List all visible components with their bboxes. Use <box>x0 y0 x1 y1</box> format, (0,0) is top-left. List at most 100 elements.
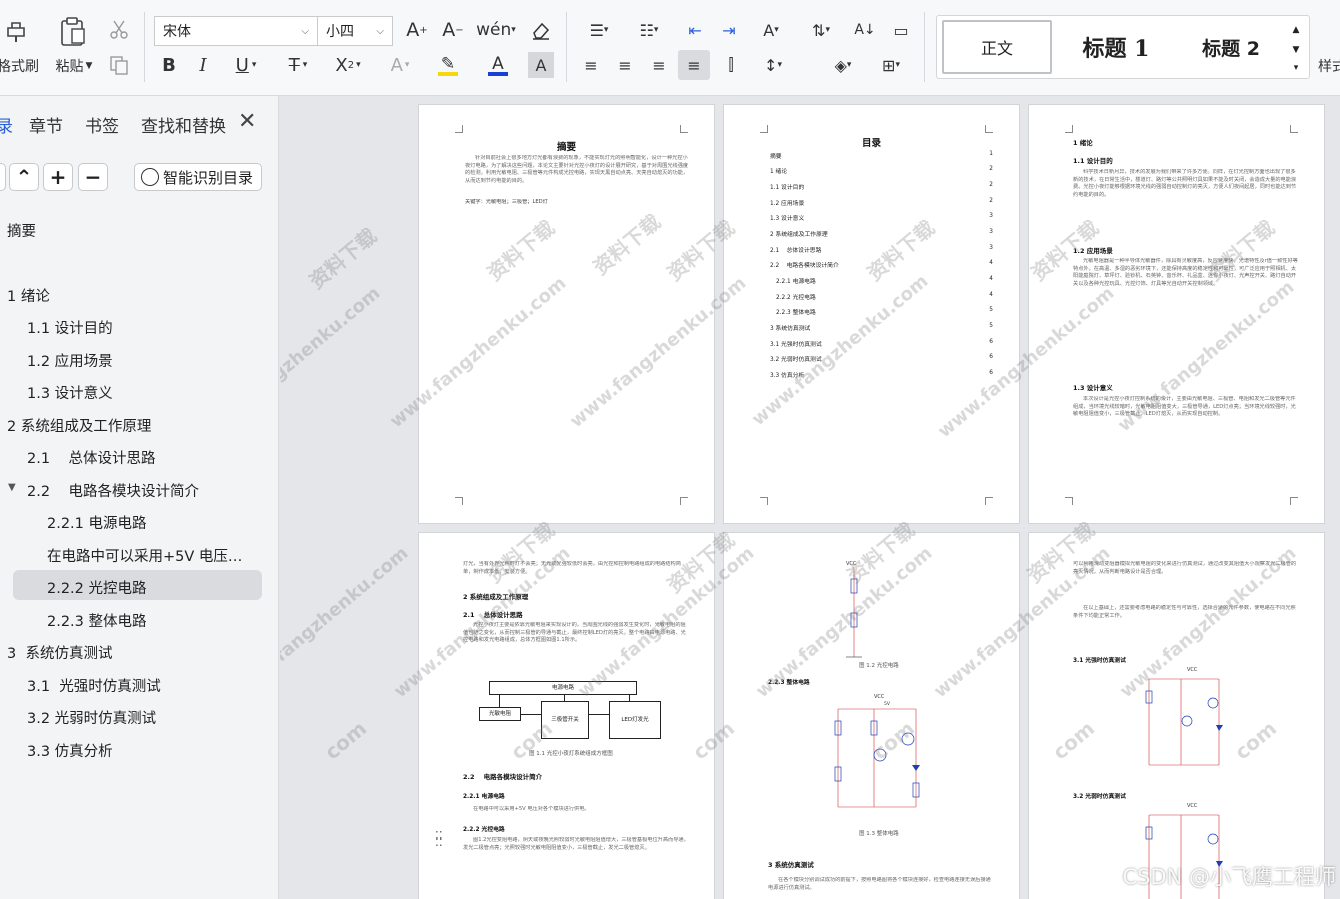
shading-icon[interactable]: ◈ ▾ <box>824 52 862 78</box>
font-size-select[interactable]: 小四 ⌵ <box>317 16 393 46</box>
toc-item-3-1[interactable]: 3.1 光强时仿真测试 <box>27 675 161 696</box>
page-3[interactable]: 1 绪论 1.1 设计目的 科学技术日新月异，技术的发展为我们带来了许多方便。同… <box>1028 104 1325 524</box>
decrease-indent-icon[interactable]: ⇤ <box>682 17 708 43</box>
heading: 2 系统组成及工作原理 <box>463 593 529 601</box>
increase-indent-icon[interactable]: ⇥ <box>716 17 742 43</box>
block-ldr: 光敏电阻 <box>479 707 521 721</box>
styles-scroll-down-icon[interactable]: ▼ <box>1287 42 1305 58</box>
style-heading2[interactable]: 标题 2 <box>1181 20 1281 74</box>
format-painter-button[interactable]: 格式刷 <box>0 56 40 76</box>
paste-button[interactable]: 粘贴 ▼ <box>50 56 98 76</box>
toc-item-2-2-3[interactable]: 2.2.3 整体电路 <box>47 610 147 631</box>
light-control-circuit: VCC <box>846 561 862 658</box>
line-spacing-icon[interactable]: ↕ ▾ <box>754 52 792 78</box>
bold-icon[interactable]: B <box>156 52 182 78</box>
close-icon[interactable]: ✕ <box>238 109 256 134</box>
styles-panel-button[interactable]: 样式 <box>1318 56 1340 76</box>
shrink-font-icon[interactable]: A − <box>440 17 466 43</box>
collapse-icon[interactable] <box>0 163 6 191</box>
heading: 2.2.1 电源电路 <box>463 794 505 800</box>
smart-toc-icon <box>141 168 159 186</box>
toc-line: 1.2 应用场景 2 <box>770 198 993 207</box>
remove-heading-icon[interactable]: − <box>78 163 108 191</box>
styles-scroll-up-icon[interactable]: ▲ <box>1287 22 1305 38</box>
sort-az-icon[interactable]: A↓ <box>852 17 878 43</box>
add-heading-icon[interactable]: + <box>43 163 73 191</box>
toc-item-2[interactable]: 2 系统组成及工作原理 <box>7 415 151 436</box>
toc-item-1-1[interactable]: 1.1 设计目的 <box>27 317 113 338</box>
toc-item-3-3[interactable]: 3.3 仿真分析 <box>27 740 113 761</box>
toc-expand-icon[interactable]: ▼ <box>8 482 16 493</box>
align-left-icon[interactable]: ≡ <box>578 52 604 78</box>
show-marks-icon[interactable]: ▭ <box>888 17 914 43</box>
bullet-list-icon[interactable]: ☰ ▾ <box>580 17 618 43</box>
toc-item-2-2-1[interactable]: 2.2.1 电源电路 <box>47 512 147 533</box>
grow-font-icon[interactable]: A + <box>404 17 430 43</box>
csdn-watermark: CSDN @小飞鹰工程师 <box>1122 865 1336 889</box>
svg-text:VCC: VCC <box>846 561 857 567</box>
underline-icon[interactable]: U ▾ <box>226 52 266 78</box>
page-5[interactable]: VCC 图 1.2 光控电路 2.2.3 整体电路 VCC 5V 图 1.3 整… <box>723 532 1020 899</box>
toc-item-2-2-2[interactable]: 2.2.2 光控电路 <box>13 570 262 600</box>
strikethrough-icon[interactable]: T ▾ <box>278 52 318 78</box>
italic-icon[interactable]: I <box>190 52 216 78</box>
cut-icon[interactable] <box>106 16 132 42</box>
move-up-icon[interactable]: ⌃ <box>9 163 39 191</box>
style-heading1[interactable]: 标题 1 <box>1061 20 1171 74</box>
distributed-icon[interactable]: ⫿ <box>718 52 744 78</box>
svg-text:VCC: VCC <box>1187 803 1198 809</box>
tab-find-replace[interactable]: 查找和替换 <box>141 112 226 137</box>
toc-item-2-1[interactable]: 2.1 总体设计思路 <box>27 447 156 468</box>
heading: 3 系统仿真测试 <box>768 861 814 869</box>
toc-item-abstract[interactable]: 摘要 <box>7 220 36 241</box>
page-6[interactable]: 可以利用滑动变阻器模拟光敏电阻的变化来进行仿真测试，通过改变其阻值大小观察发光二… <box>1028 532 1325 899</box>
toc-line: 3 系统仿真测试 5 <box>770 323 993 332</box>
font-color-icon[interactable]: A <box>478 50 518 80</box>
watermark: 资料下载 <box>304 223 382 294</box>
border-icon[interactable]: ⊞ ▾ <box>872 52 910 78</box>
toc-item-1-2[interactable]: 1.2 应用场景 <box>27 350 113 371</box>
sort-icon[interactable]: ⇅ ▾ <box>802 17 840 43</box>
strong-light-sim-circuit: VCC <box>1145 667 1223 766</box>
heading: 2.2 电路各模块设计简介 <box>463 773 543 781</box>
toc-line: 3.1 光强时仿真测试 6 <box>770 339 993 348</box>
numbered-list-icon[interactable]: ☷ ▾ <box>630 17 668 43</box>
toc-item-1-3[interactable]: 1.3 设计意义 <box>27 382 113 403</box>
clear-format-icon[interactable] <box>528 17 554 43</box>
toc-line: 2.2 电路各模块设计简介 4 <box>770 260 993 269</box>
toc-item-power-note[interactable]: 在电路中可以采用+5V 电压… <box>47 545 242 566</box>
paste-icon[interactable] <box>56 14 90 48</box>
smart-toc-button[interactable]: 智能识别目录 <box>134 163 262 191</box>
drag-handle-icon[interactable]: ⁚⁚ ⁚⁚ <box>435 830 445 853</box>
tab-sections[interactable]: 章节 <box>29 112 63 137</box>
page-1[interactable]: 摘要 针对目前社会上很多地方灯光都有浪费的现象，不能实现灯光的照明智能化，设计一… <box>418 104 715 524</box>
text-effect-icon[interactable]: A ▾ <box>380 52 420 78</box>
document-canvas[interactable]: 摘要 针对目前社会上很多地方灯光都有浪费的现象，不能实现灯光的照明智能化，设计一… <box>280 96 1340 899</box>
tab-toc[interactable]: 录 <box>0 112 13 137</box>
toc-item-3[interactable]: 3 系统仿真测试 <box>7 642 112 663</box>
page-2[interactable]: 目录 摘要 1 1 绪论 2 1.1 设计目的 2 1.2 应用场景 2 1.3 设计意… <box>723 104 1020 524</box>
char-shading-icon[interactable]: A <box>528 52 554 78</box>
format-painter-icon[interactable] <box>2 16 32 46</box>
styles-expand-icon[interactable]: ▾ <box>1287 60 1305 76</box>
font-name-select[interactable]: 宋体 ⌵ <box>154 16 318 46</box>
toc-item-3-2[interactable]: 3.2 光弱时仿真测试 <box>27 707 156 728</box>
toc-item-2-2[interactable]: 2.2 电路各模块设计简介 <box>27 480 199 501</box>
superscript-icon[interactable]: X 2 ▾ <box>328 52 368 78</box>
toc-item-1[interactable]: 1 绪论 <box>7 285 50 306</box>
text-direction-icon[interactable]: A ▾ <box>752 17 790 43</box>
block-led: LED灯发光 <box>609 701 661 739</box>
toc-line: 2.2.1 电源电路 4 <box>776 276 993 285</box>
paragraph: 光控小夜灯主要是依靠光敏电阻来实现设计的，当周围光线的强弱发生变化时，光敏电阻的… <box>463 622 686 644</box>
justify-icon[interactable]: ≡ <box>678 50 710 80</box>
copy-icon[interactable] <box>106 52 132 78</box>
style-normal[interactable]: 正文 <box>942 20 1052 74</box>
highlight-color-icon[interactable]: ✎ <box>428 50 468 80</box>
heading: 2.2.3 整体电路 <box>768 680 810 686</box>
page-4[interactable]: 灯光，当有外界光照时灯不会亮；无光或光强较低时会亮，由光控和控制电路组成的电路结… <box>418 532 715 899</box>
tab-bookmarks[interactable]: 书签 <box>85 112 119 137</box>
align-right-icon[interactable]: ≡ <box>646 52 672 78</box>
phonetic-guide-icon[interactable]: wén ▾ <box>476 17 516 43</box>
watermark: www.fangzhenku.com <box>280 542 413 703</box>
align-center-icon[interactable]: ≡ <box>612 52 638 78</box>
